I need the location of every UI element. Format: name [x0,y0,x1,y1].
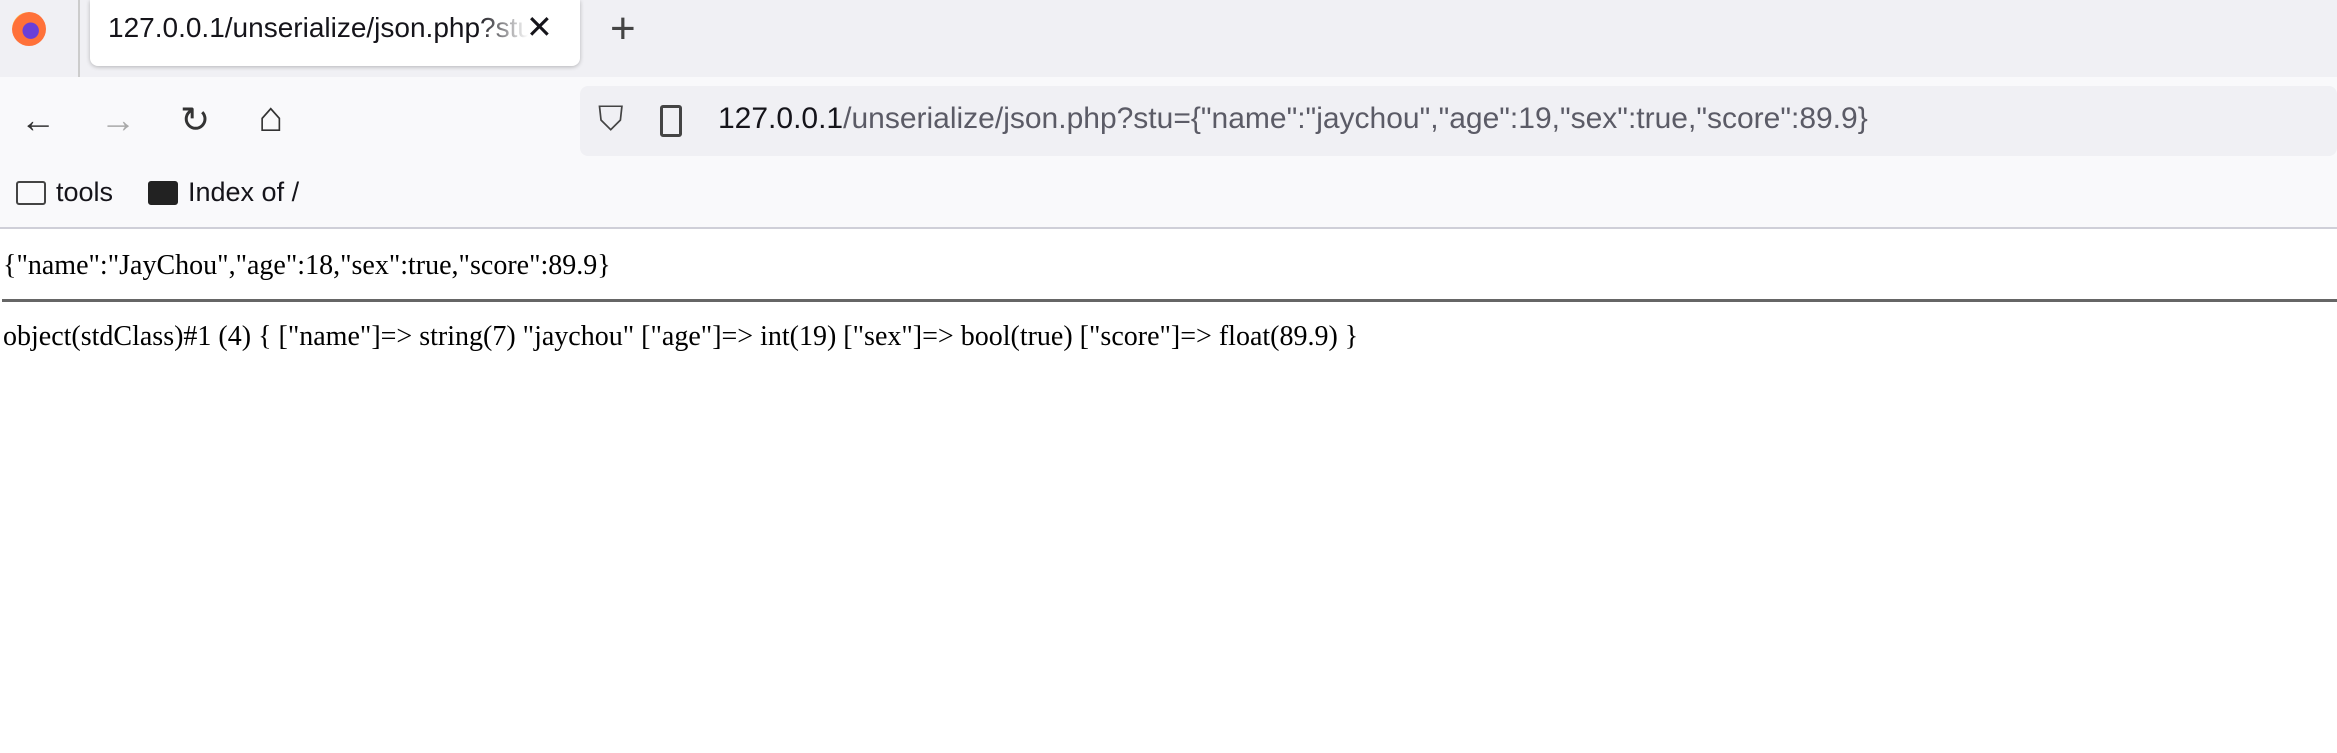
folder-icon [16,180,46,205]
bookmark-tools[interactable]: tools [16,177,113,208]
tab-strip: 127.0.0.1/unserialize/json.php?stu={"nam… [0,0,2337,77]
url-host: 127.0.0.1 [718,102,844,135]
home-icon[interactable]: ⌂ [258,93,283,141]
bookmark-index[interactable]: Index of / [148,177,299,208]
url-path: /unserialize/json.php?stu={"name":"jaych… [843,102,1868,135]
url-bar[interactable]: ⛉ 127.0.0.1/unserialize/json.php?stu={"n… [580,86,2337,156]
bookmark-label: tools [56,177,114,207]
close-icon[interactable]: ✕ [526,8,553,46]
active-tab[interactable]: 127.0.0.1/unserialize/json.php?stu={"nam… [90,0,580,66]
shield-icon[interactable]: ⛉ [598,100,624,139]
horizontal-rule [2,299,2337,302]
bookmark-label: Index of / [188,177,300,207]
folder-icon [148,180,178,205]
var-dump-output: object(stdClass)#1 (4) { ["name"]=> stri… [3,321,1359,352]
firefox-logo-icon[interactable] [12,12,46,46]
new-tab-button[interactable]: + [610,4,636,54]
back-icon[interactable]: ← [20,99,56,141]
tab-title: 127.0.0.1/unserialize/json.php?stu={"nam… [108,12,528,43]
toolbar: ← → ↻ ⌂ ⛉ 127.0.0.1/unserialize/json.php… [0,77,2337,229]
url-text[interactable]: 127.0.0.1/unserialize/json.php?stu={"nam… [718,102,1868,136]
forward-icon[interactable]: → [100,99,136,141]
reload-icon[interactable]: ↻ [180,99,210,141]
page-icon[interactable] [660,105,682,137]
json-output: {"name":"JayChou","age":18,"sex":true,"s… [3,250,611,281]
divider [78,0,80,77]
